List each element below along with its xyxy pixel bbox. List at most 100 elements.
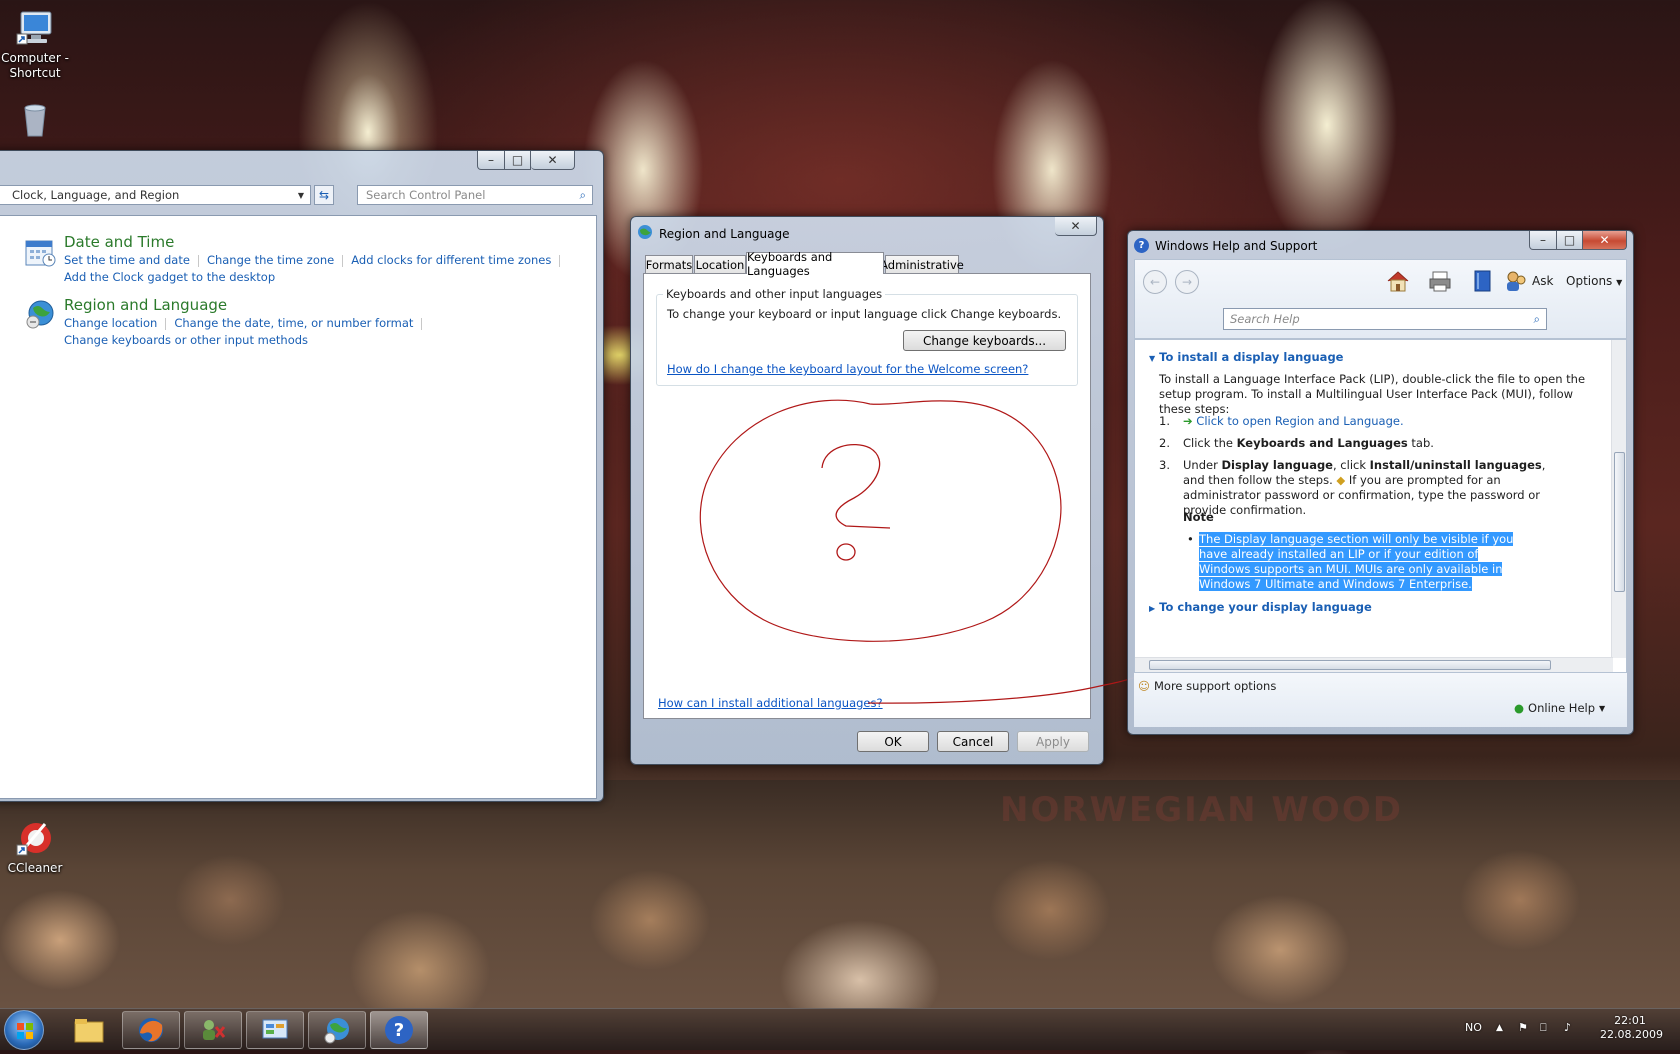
online-help-menu[interactable]: ● Online Help ▼ <box>1514 701 1605 715</box>
language-indicator[interactable]: NO <box>1465 1021 1482 1034</box>
maximize-button[interactable]: □ <box>505 151 531 170</box>
tab-location[interactable]: Location <box>694 255 746 274</box>
taskbar-region-language[interactable] <box>308 1011 366 1049</box>
apply-button[interactable]: Apply <box>1017 731 1089 752</box>
welcome-screen-link-row: How do I change the keyboard layout for … <box>667 362 1028 376</box>
taskbar-help[interactable]: ? <box>370 1011 428 1049</box>
section-change-display-language[interactable]: ▶ To change your display language <box>1149 600 1372 614</box>
uac-shield-icon: ◆ <box>1336 473 1346 487</box>
desktop-icon-recycle-bin[interactable] <box>0 100 73 143</box>
close-button[interactable]: ✕ <box>1583 231 1627 250</box>
install-languages-link[interactable]: How can I install additional languages? <box>658 696 883 710</box>
search-input[interactable]: Search Control Panel ⌕ <box>357 185 593 205</box>
desktop-icon-label: Shortcut <box>9 66 61 80</box>
section-title-region-language[interactable]: Region and Language <box>64 296 227 314</box>
date-time-links: Set the time and date Change the time zon… <box>64 253 568 267</box>
section-title-date-time[interactable]: Date and Time <box>64 233 174 251</box>
maximize-button[interactable]: □ <box>1557 231 1583 250</box>
change-keyboards-link[interactable]: Change keyboards or other input methods <box>64 333 308 347</box>
close-button[interactable]: ✕ <box>531 151 575 170</box>
help-footer: ☺ More support options ● Online Help ▼ <box>1134 673 1627 727</box>
section1-title: To install a display language <box>1159 350 1344 364</box>
stage-banner-text: NORWEGIAN WOOD <box>1000 790 1403 830</box>
home-icon[interactable] <box>1385 268 1411 297</box>
clock[interactable]: 22:01 22.08.2009 <box>1600 1014 1663 1042</box>
show-hidden-icons-arrow[interactable]: ▲ <box>1496 1023 1503 1033</box>
close-button[interactable]: ✕ <box>1055 217 1097 236</box>
minimize-button[interactable]: – <box>477 151 505 170</box>
refresh-icon[interactable]: ⇆ <box>314 185 334 205</box>
minimize-button[interactable]: – <box>1529 231 1557 250</box>
taskbar: ? NO ▲ ⚑ ⎕ ♪ 22:01 22.08.2009 <box>0 1008 1680 1050</box>
taskbar-people-app[interactable] <box>184 1011 242 1049</box>
chevron-down-icon[interactable]: ▼ <box>298 191 304 200</box>
open-region-language-link[interactable]: ➔ Click to open Region and Language. <box>1183 414 1404 428</box>
step3: Under Display language, click Install/un… <box>1183 458 1563 518</box>
folder-icon <box>74 1019 104 1043</box>
more-support-options[interactable]: ☺ More support options <box>1138 679 1276 693</box>
cancel-button[interactable]: Cancel <box>937 731 1009 752</box>
globe-icon <box>24 298 56 333</box>
change-format-link[interactable]: Change the date, time, or number format <box>174 316 413 330</box>
clock-gadget-link[interactable]: Add the Clock gadget to the desktop <box>64 270 275 284</box>
network-icon[interactable]: ⎕ <box>1540 1021 1547 1035</box>
change-keyboards-button[interactable]: Change keyboards... <box>903 330 1066 351</box>
taskbar-firefox[interactable] <box>122 1011 180 1049</box>
help-icon: ? <box>385 1016 413 1044</box>
options-label: Options <box>1566 274 1613 288</box>
step1-text: Click to open Region and Language. <box>1196 414 1404 428</box>
help-search-input[interactable]: Search Help ⌕ <box>1223 308 1547 330</box>
keyboards-group: Keyboards and other input languages To c… <box>656 287 1078 386</box>
note-text: The Display language section will only b… <box>1199 532 1514 591</box>
help-content: ▼ To install a display language To insta… <box>1134 339 1627 673</box>
scroll-thumb[interactable] <box>1149 660 1551 670</box>
help-intro-text: To install a Language Interface Pack (LI… <box>1159 372 1586 416</box>
region-globe-icon <box>637 224 653 243</box>
help-support-window: ? Windows Help and Support – □ ✕ ← → Ask… <box>1127 230 1634 735</box>
set-time-link[interactable]: Set the time and date <box>64 253 190 267</box>
scroll-thumb[interactable] <box>1614 452 1625 592</box>
hand-drawn-circle <box>699 399 1062 642</box>
help-toolbar: ← → Ask Options ▼ Search Help ⌕ <box>1134 259 1627 339</box>
clock-time: 22:01 <box>1614 1014 1646 1027</box>
search-icon[interactable]: ⌕ <box>580 188 586 203</box>
keyboards-row: Change keyboards or other input methods <box>64 333 308 347</box>
region-links: Change location Change the date, time, or… <box>64 316 430 330</box>
change-time-zone-link[interactable]: Change the time zone <box>207 253 334 267</box>
install-languages-row: How can I install additional languages? <box>658 696 883 710</box>
forward-arrow-icon[interactable]: → <box>1175 270 1199 294</box>
horizontal-scrollbar[interactable] <box>1135 657 1613 672</box>
tab-keyboards-languages[interactable]: Keyboards and Languages <box>746 250 884 278</box>
dialog-title: Region and Language <box>637 224 790 243</box>
print-icon[interactable] <box>1427 268 1453 297</box>
address-bar[interactable]: Clock, Language, and Region ▼ <box>0 185 311 205</box>
change-location-link[interactable]: Change location <box>64 316 157 330</box>
taskbar-explorer[interactable] <box>60 1011 118 1049</box>
options-menu[interactable]: Options ▼ <box>1566 274 1622 288</box>
browse-help-icon[interactable] <box>1469 268 1495 297</box>
step2: Click the Keyboards and Languages tab. <box>1183 436 1434 450</box>
desktop-icon-ccleaner[interactable]: CCleaner <box>0 818 73 876</box>
step-number: 3. <box>1159 458 1170 472</box>
search-icon[interactable]: ⌕ <box>1534 312 1540 327</box>
ok-button[interactable]: OK <box>857 731 929 752</box>
tab-administrative[interactable]: Administrative <box>880 255 964 274</box>
taskbar-control-panel[interactable] <box>246 1011 304 1049</box>
computer-icon <box>15 8 55 48</box>
globe-icon <box>324 1018 349 1044</box>
users-icon <box>203 1020 226 1040</box>
add-clocks-link[interactable]: Add clocks for different time zones <box>351 253 551 267</box>
volume-icon[interactable]: ♪ <box>1564 1021 1571 1034</box>
vertical-scrollbar[interactable] <box>1611 340 1626 658</box>
section-install-display-language[interactable]: ▼ To install a display language <box>1149 350 1343 364</box>
green-arrow-icon: ➔ <box>1183 414 1193 428</box>
back-arrow-icon[interactable]: ← <box>1143 270 1167 294</box>
ask-people-icon[interactable] <box>1503 268 1529 297</box>
desktop-icon-computer[interactable]: Computer - Shortcut <box>0 8 73 81</box>
action-center-flag-icon[interactable]: ⚑ <box>1518 1021 1528 1034</box>
start-button[interactable] <box>4 1010 44 1050</box>
chevron-down-icon: ▼ <box>1616 278 1623 287</box>
ask-button[interactable]: Ask <box>1532 274 1553 288</box>
tab-formats[interactable]: Formats <box>645 255 693 274</box>
welcome-screen-link[interactable]: How do I change the keyboard layout for … <box>667 362 1028 376</box>
